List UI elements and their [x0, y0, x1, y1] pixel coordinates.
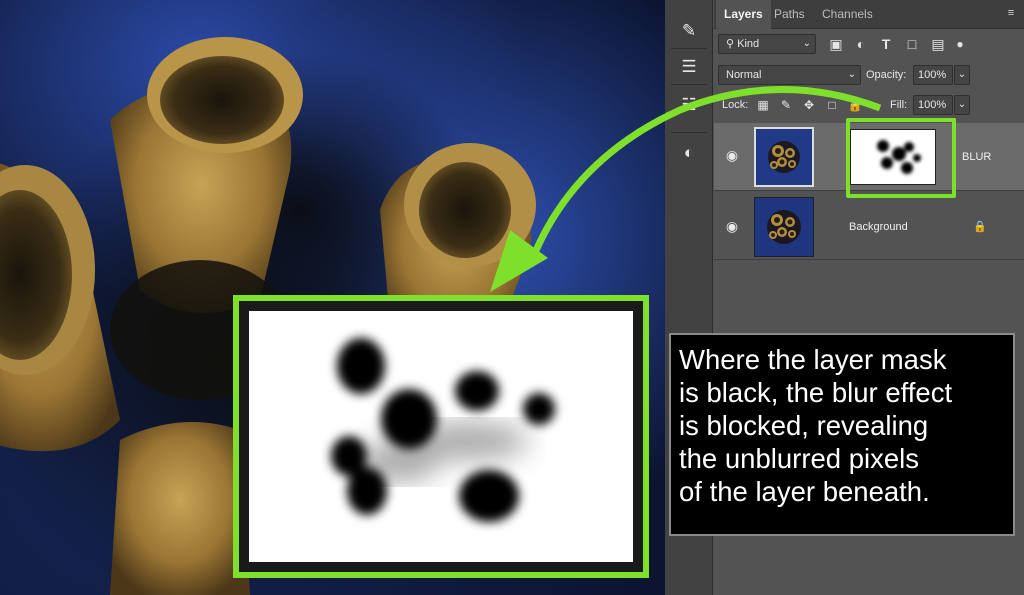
lock-label: Lock: [722, 99, 749, 111]
toggle-filter-icon[interactable]: ● [950, 34, 970, 54]
type-filter-icon[interactable]: T [876, 34, 896, 54]
lock-artboard-icon[interactable]: □ [822, 95, 842, 115]
blend-mode-value: Normal [726, 69, 762, 81]
callout-line: is blocked, revealing [679, 410, 929, 441]
tab-layers[interactable]: Layers [716, 0, 771, 29]
thumbnail-image [755, 198, 813, 256]
mask-thumbnail-highlight [846, 118, 956, 198]
opacity-input[interactable]: 100% [913, 65, 953, 85]
fill-dropdown[interactable]: ⌄ [954, 95, 970, 115]
search-icon: ⚲ [726, 38, 735, 50]
lock-transparent-icon[interactable]: ▦ [753, 95, 773, 115]
layer-name[interactable]: Background [849, 220, 908, 234]
chevron-down-icon: ⌄ [847, 69, 856, 80]
chevron-down-icon: ⌄ [802, 38, 811, 49]
layer-lock-icon[interactable]: 🔒 [972, 219, 988, 235]
smart-object-filter-icon[interactable]: ▤ [928, 34, 948, 54]
enlarged-mask-frame [233, 295, 649, 578]
tool-divider [671, 84, 707, 85]
thumbnail-image [756, 129, 812, 185]
kind-filter-select[interactable]: ⚲ Kind ⌄ [718, 34, 816, 54]
lock-row: Lock: ▦ ✎ ✥ □ 🔒 Fill: 100% ⌄ [714, 95, 1024, 115]
visibility-eye-icon[interactable]: ◉ [722, 145, 742, 165]
blend-mode-select[interactable]: Normal ⌄ [718, 65, 861, 85]
background-layer-thumbnail[interactable] [754, 197, 814, 257]
blend-row: Normal ⌄ Opacity: 100% ⌄ [714, 65, 1024, 85]
adjustments-icon[interactable]: ◐ [675, 140, 703, 166]
callout-line: Where the layer mask [679, 344, 947, 375]
brush-settings-icon[interactable]: ✎ [675, 18, 703, 44]
layer-row-background[interactable]: ◉ Background 🔒 [714, 192, 1024, 260]
panel-menu-icon[interactable]: ≡ [1004, 7, 1018, 19]
callout-line: the unblurred pixels [679, 443, 920, 474]
explanation-callout: Where the layer mask is black, the blur … [669, 333, 1015, 536]
tool-divider [671, 48, 707, 49]
filter-row: ⚲ Kind ⌄ ▣ ◐ T □ ▤ ● [714, 34, 1024, 54]
lock-all-icon[interactable]: 🔒 [845, 95, 865, 115]
opacity-label: Opacity: [866, 69, 907, 81]
visibility-eye-icon[interactable]: ◉ [722, 216, 742, 236]
panel-tabs: Layers Paths Channels ≡ [714, 0, 1024, 29]
callout-line: of the layer beneath. [679, 476, 930, 507]
image-filter-icon[interactable]: ▣ [826, 34, 846, 54]
layer-properties-icon[interactable]: ☷ [675, 92, 703, 118]
sliders-icon[interactable]: ☰ [675, 54, 703, 80]
kind-label: Kind [737, 38, 760, 50]
adjustment-filter-icon[interactable]: ◐ [851, 34, 871, 54]
enlarged-layer-mask [249, 311, 633, 562]
tab-paths[interactable]: Paths [766, 0, 813, 29]
layer-mask-image [331, 338, 555, 522]
lock-position-icon[interactable]: ✥ [799, 95, 819, 115]
fill-input[interactable]: 100% [913, 95, 953, 115]
fill-label: Fill: [890, 99, 908, 111]
tab-channels[interactable]: Channels [814, 0, 881, 29]
callout-line: is black, the blur effect [679, 377, 953, 408]
tool-divider [671, 132, 707, 133]
lock-image-icon[interactable]: ✎ [776, 95, 796, 115]
layer-name[interactable]: BLUR [962, 150, 991, 164]
blur-layer-thumbnail[interactable] [754, 127, 814, 187]
opacity-dropdown[interactable]: ⌄ [954, 65, 970, 85]
shape-filter-icon[interactable]: □ [902, 34, 922, 54]
